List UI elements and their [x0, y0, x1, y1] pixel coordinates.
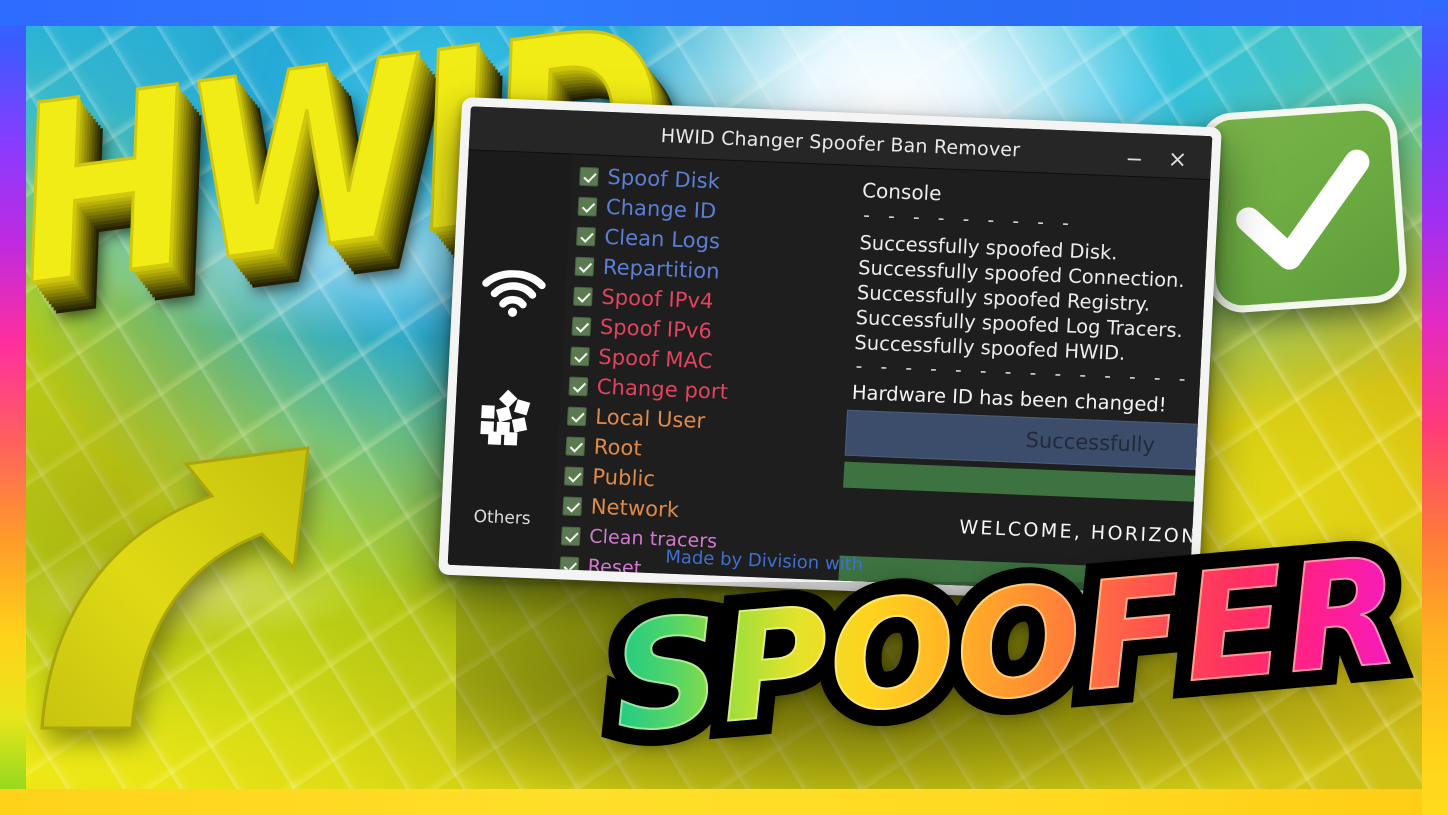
rail-label: Others — [473, 506, 532, 530]
checkbox-local-user[interactable] — [566, 406, 587, 426]
app-window-body: HWID Changer Spoofer Ban Remover − × Oth… — [447, 106, 1213, 595]
checkbox-spoof-mac[interactable] — [569, 346, 590, 366]
frame-bottom-edge — [0, 789, 1448, 815]
checkbox-repartition[interactable] — [574, 256, 595, 276]
welcome-text: WELCOME, HORIZONE — [958, 516, 1213, 549]
frame-top-edge — [0, 0, 1448, 26]
curved-arrow-up-right-icon — [40, 446, 310, 730]
option-label: Public — [591, 464, 656, 492]
option-label: Spoof MAC — [597, 344, 714, 374]
checkbox-public[interactable] — [563, 465, 584, 486]
window-main: Others Spoof Disk Change ID Clean Logs Repa… — [447, 150, 1213, 595]
artwork-canvas: HWID HWID Changer Spoofer Ban Remover − … — [26, 26, 1422, 789]
check-badge-glyph — [1236, 149, 1370, 270]
checkbox-change-port[interactable] — [568, 376, 589, 396]
options-list: Spoof Disk Change ID Clean Logs Repartition… — [551, 154, 845, 580]
checkbox-spoof-disk[interactable] — [579, 166, 600, 187]
option-label: Spoof IPv4 — [600, 284, 715, 314]
wifi-icon[interactable] — [460, 268, 567, 325]
option-label: Repartition — [602, 254, 721, 284]
close-button[interactable]: × — [1167, 146, 1188, 173]
option-label: Root — [593, 434, 643, 461]
console-log: Successfully spoofed Disk. Successfully s… — [850, 230, 1213, 374]
frame-right-edge — [1422, 0, 1448, 815]
checkbox-spoof-ipv6[interactable] — [571, 316, 592, 336]
icon-rail: Others — [447, 150, 573, 569]
minimize-button[interactable]: − — [1125, 147, 1144, 172]
apps-scatter-icon[interactable] — [454, 386, 561, 453]
checkbox-reset[interactable] — [559, 555, 580, 576]
option-label: Reset — [587, 555, 642, 580]
option-label: Network — [590, 494, 680, 523]
thumbnail-stage: HWID HWID Changer Spoofer Ban Remover − … — [0, 0, 1448, 815]
option-label: Change ID — [605, 194, 717, 224]
checkbox-clean-tracers[interactable] — [560, 525, 581, 546]
option-label: Spoof Disk — [606, 164, 721, 194]
option-label: Clean Logs — [603, 224, 721, 254]
option-label: Change port — [596, 374, 729, 404]
checkbox-clean-logs[interactable] — [576, 226, 596, 246]
checkbox-change-id[interactable] — [577, 196, 598, 217]
checkbox-network[interactable] — [562, 495, 583, 516]
checkbox-root[interactable] — [565, 435, 586, 456]
option-label: Spoof IPv6 — [599, 314, 713, 344]
progress-bar-primary — [843, 461, 1213, 508]
option-label: Local User — [594, 404, 706, 434]
check-badge-icon — [1197, 101, 1409, 315]
app-window[interactable]: HWID Changer Spoofer Ban Remover − × Oth… — [438, 97, 1222, 605]
console-panel: Console - - - - - - - - - Successfully s… — [665, 165, 1213, 595]
checkbox-spoof-ipv4[interactable] — [572, 286, 593, 306]
progress-bar-secondary — [838, 555, 1213, 595]
